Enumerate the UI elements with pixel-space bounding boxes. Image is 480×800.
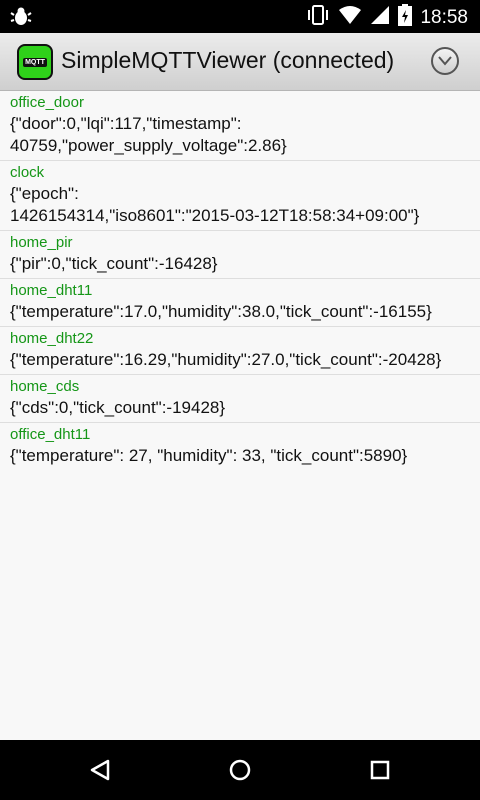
navigation-bar [0, 740, 480, 800]
message-topic: home_dht11 [10, 282, 93, 299]
list-item[interactable]: office_door {"door":0,"lqi":117,"timesta… [0, 91, 480, 161]
page-title: SimpleMQTTViewer (connected) [61, 47, 395, 73]
chevron-down-icon [438, 56, 452, 66]
cell-signal-icon [370, 5, 390, 30]
list-item[interactable]: home_dht22 {"temperature":16.29,"humidit… [0, 327, 480, 375]
list-item[interactable]: home_dht11 {"temperature":17.0,"humidity… [0, 279, 480, 327]
home-button[interactable] [220, 754, 260, 786]
action-bar: MQTT SimpleMQTTViewer (connected) [0, 33, 480, 91]
back-icon [90, 759, 110, 781]
list-item[interactable]: home_pir {"pir":0,"tick_count":-16428} [0, 231, 480, 279]
message-payload: {"epoch": 1426154314,"iso8601":"2015-03-1… [10, 184, 420, 225]
battery-icon [398, 4, 413, 31]
recents-icon [370, 760, 390, 780]
status-bar: 18:58 [0, 0, 480, 33]
list-item[interactable]: office_dht11 {"temperature": 27, "humidi… [0, 423, 480, 470]
clock-time: 18:58 [420, 6, 468, 28]
wifi-icon [338, 5, 362, 30]
message-topic: home_cds [10, 378, 80, 395]
back-button[interactable] [80, 754, 120, 786]
app-icon: MQTT [17, 44, 53, 80]
home-icon [229, 759, 251, 781]
overflow-menu-button[interactable] [431, 47, 459, 75]
message-payload: {"temperature":17.0,"humidity":38.0,"tic… [10, 302, 432, 321]
message-topic: home_dht22 [10, 330, 94, 347]
message-payload: {"temperature":16.29,"humidity":27.0,"ti… [10, 350, 442, 369]
message-payload: {"temperature": 27, "humidity": 33, "tic… [10, 446, 408, 465]
message-topic: clock [10, 164, 45, 181]
vibrate-icon [306, 4, 330, 31]
app-icon-label: MQTT [23, 57, 47, 67]
list-item[interactable]: home_cds {"cds":0,"tick_count":-19428} [0, 375, 480, 423]
message-payload: {"door":0,"lqi":117,"timestamp": 40759,"p… [10, 114, 287, 155]
message-payload: {"cds":0,"tick_count":-19428} [10, 398, 226, 417]
list-item[interactable]: clock {"epoch": 1426154314,"iso8601":"201… [0, 161, 480, 231]
message-payload: {"pir":0,"tick_count":-16428} [10, 254, 218, 273]
message-topic: home_pir [10, 234, 73, 251]
bug-icon [10, 5, 32, 32]
message-topic: office_dht11 [10, 426, 91, 443]
message-list[interactable]: office_door {"door":0,"lqi":117,"timesta… [0, 91, 480, 740]
recents-button[interactable] [360, 754, 400, 786]
message-topic: office_door [10, 94, 84, 111]
